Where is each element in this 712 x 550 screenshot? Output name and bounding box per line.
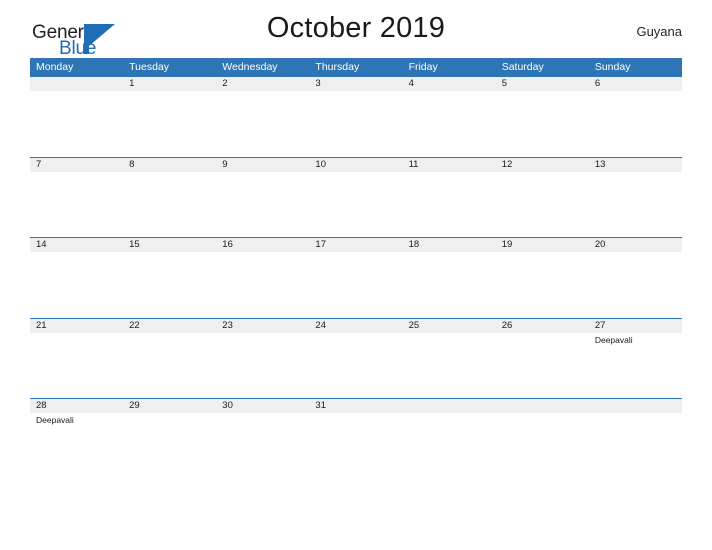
calendar-page: General Blue October 2019 Guyana Monday … <box>0 0 712 550</box>
calendar-day-cell[interactable]: 22 <box>123 319 216 399</box>
country-label: Guyana <box>636 24 682 39</box>
weekday-header-sunday: Sunday <box>594 61 631 73</box>
calendar-day-cell[interactable]: 28 Deepavali <box>30 399 123 479</box>
calendar-day-cell[interactable]: 1 <box>123 77 216 157</box>
calendar-day-cell[interactable]: 27 Deepavali <box>589 319 682 399</box>
calendar-day-cell[interactable]: 17 <box>309 238 402 318</box>
calendar-day-cell[interactable]: 7 <box>30 158 123 238</box>
calendar-day-cell[interactable]: 15 <box>123 238 216 318</box>
day-number: 21 <box>36 319 47 331</box>
calendar-day-cell[interactable]: 2 <box>216 77 309 157</box>
day-number: 15 <box>129 239 140 250</box>
calendar-day-cell[interactable] <box>589 399 682 479</box>
calendar-day-cell[interactable]: 16 <box>216 238 309 318</box>
weekday-header-saturday: Saturday <box>501 61 544 73</box>
calendar-day-cell[interactable]: 14 <box>30 238 123 318</box>
day-number: 23 <box>222 319 233 331</box>
day-number: 1 <box>129 78 135 89</box>
day-number: 25 <box>408 319 420 331</box>
day-number: 16 <box>222 239 233 250</box>
day-number: 4 <box>408 78 414 89</box>
day-number: 9 <box>222 158 228 170</box>
calendar-week-row: 7 8 9 10 11 12 13 <box>30 156 682 238</box>
calendar-week-row: 21 22 23 24 25 26 27 Deepavali <box>30 317 682 399</box>
day-number: 27 <box>594 319 606 331</box>
day-number: 10 <box>315 158 326 170</box>
calendar-grid: Monday Tuesday Wednesday Thursday Friday… <box>30 58 682 479</box>
calendar-day-cell[interactable]: 31 <box>309 399 402 479</box>
day-number: 29 <box>129 400 140 411</box>
calendar-day-cell[interactable]: 24 <box>309 319 402 399</box>
day-number: 12 <box>501 158 513 170</box>
calendar-day-cell[interactable]: 4 <box>403 77 496 157</box>
day-number: 17 <box>315 239 326 250</box>
day-number: 6 <box>594 78 601 89</box>
calendar-day-cell[interactable]: 30 <box>216 399 309 479</box>
day-event-label: Deepavali <box>594 334 633 345</box>
calendar-day-cell[interactable]: 26 <box>496 319 589 399</box>
calendar-day-cell[interactable]: 23 <box>216 319 309 399</box>
calendar-day-cell[interactable] <box>496 399 589 479</box>
day-number: 2 <box>222 78 228 89</box>
calendar-day-cell[interactable] <box>30 77 123 157</box>
day-number: 13 <box>594 158 606 170</box>
day-number: 8 <box>129 158 135 170</box>
calendar-day-cell[interactable]: 19 <box>496 238 589 318</box>
day-event-label: Deepavali <box>36 415 74 425</box>
day-number: 28 <box>36 400 47 411</box>
day-number: 18 <box>408 239 420 250</box>
calendar-day-cell[interactable]: 6 <box>589 77 682 157</box>
calendar-day-cell[interactable]: 25 <box>403 319 496 399</box>
calendar-day-cell[interactable]: 11 <box>403 158 496 238</box>
day-number: 24 <box>315 319 326 331</box>
day-number: 20 <box>594 239 606 250</box>
calendar-day-cell[interactable]: 21 <box>30 319 123 399</box>
calendar-day-cell[interactable]: 20 <box>589 238 682 318</box>
calendar-day-cell[interactable]: 9 <box>216 158 309 238</box>
calendar-day-cell[interactable] <box>403 399 496 479</box>
page-header: General Blue October 2019 Guyana <box>30 0 682 59</box>
day-number: 7 <box>36 158 42 170</box>
day-number: 19 <box>501 239 513 250</box>
day-number: 3 <box>315 78 321 89</box>
day-number: 11 <box>408 158 419 170</box>
calendar-week-row: 1 2 3 4 5 6 <box>30 76 682 157</box>
weekday-header-friday: Friday <box>408 61 438 73</box>
calendar-day-cell[interactable]: 12 <box>496 158 589 238</box>
calendar-week-row: 28 Deepavali 29 30 31 <box>30 398 682 479</box>
calendar-week-row: 14 15 16 17 18 19 20 <box>30 237 682 318</box>
calendar-day-cell[interactable]: 29 <box>123 399 216 479</box>
day-number: 26 <box>501 319 513 331</box>
day-number: 30 <box>222 400 233 411</box>
calendar-day-cell[interactable]: 5 <box>496 77 589 157</box>
calendar-day-cell[interactable]: 3 <box>309 77 402 157</box>
day-number: 14 <box>36 239 47 250</box>
weekday-header-wednesday: Wednesday <box>222 61 278 73</box>
weekday-header-thursday: Thursday <box>315 61 360 73</box>
calendar-day-cell[interactable]: 13 <box>589 158 682 238</box>
calendar-day-cell[interactable]: 8 <box>123 158 216 238</box>
day-number: 22 <box>129 319 140 331</box>
day-number: 31 <box>315 400 326 411</box>
day-number: 5 <box>501 78 507 89</box>
calendar-day-cell[interactable]: 18 <box>403 238 496 318</box>
page-title: October 2019 <box>266 12 446 44</box>
calendar-day-cell[interactable]: 10 <box>309 158 402 238</box>
